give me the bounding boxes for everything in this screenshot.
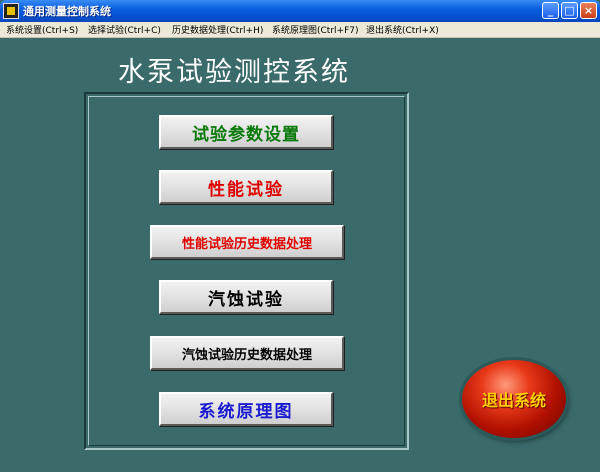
minimize-button[interactable]: _ [542, 2, 559, 19]
cavitation-test-button[interactable]: 汽蚀试验 [159, 280, 333, 314]
test-parameters-label: 试验参数设置 [192, 124, 300, 145]
page-title: 水泵试验测控系统 [118, 57, 350, 88]
menu-history-data[interactable]: 历史数据处理(Ctrl+H) [172, 23, 263, 36]
menu-system-schematic[interactable]: 系统原理图(Ctrl+F7) [272, 23, 358, 36]
maximize-button[interactable]: □ [561, 2, 578, 19]
performance-history-label: 性能试验历史数据处理 [181, 236, 312, 252]
window-titlebar[interactable]: 通用测量控制系统 _ □ × [0, 0, 600, 22]
cavitation-history-label: 汽蚀试验历史数据处理 [181, 347, 312, 363]
menu-bar: 系统设置(Ctrl+S) 选择试验(Ctrl+C) 历史数据处理(Ctrl+H)… [0, 22, 600, 38]
performance-history-button[interactable]: 性能试验历史数据处理 [150, 225, 344, 259]
performance-test-label: 性能试验 [208, 179, 284, 200]
exit-system-button[interactable]: 退出系统 [462, 360, 566, 438]
system-schematic-button[interactable]: 系统原理图 [159, 392, 333, 426]
cavitation-test-label: 汽蚀试验 [208, 289, 284, 310]
window-title: 通用测量控制系统 [23, 5, 111, 18]
menu-system-settings[interactable]: 系统设置(Ctrl+S) [6, 23, 78, 36]
menu-exit-system[interactable]: 退出系统(Ctrl+X) [366, 23, 439, 36]
close-button[interactable]: × [580, 2, 597, 19]
menu-select-test[interactable]: 选择试验(Ctrl+C) [88, 23, 161, 36]
cavitation-history-button[interactable]: 汽蚀试验历史数据处理 [150, 336, 344, 370]
test-parameters-button[interactable]: 试验参数设置 [159, 115, 333, 149]
system-schematic-label: 系统原理图 [198, 401, 294, 422]
exit-system-label: 退出系统 [481, 391, 546, 410]
performance-test-button[interactable]: 性能试验 [159, 170, 333, 204]
app-icon [3, 3, 19, 19]
